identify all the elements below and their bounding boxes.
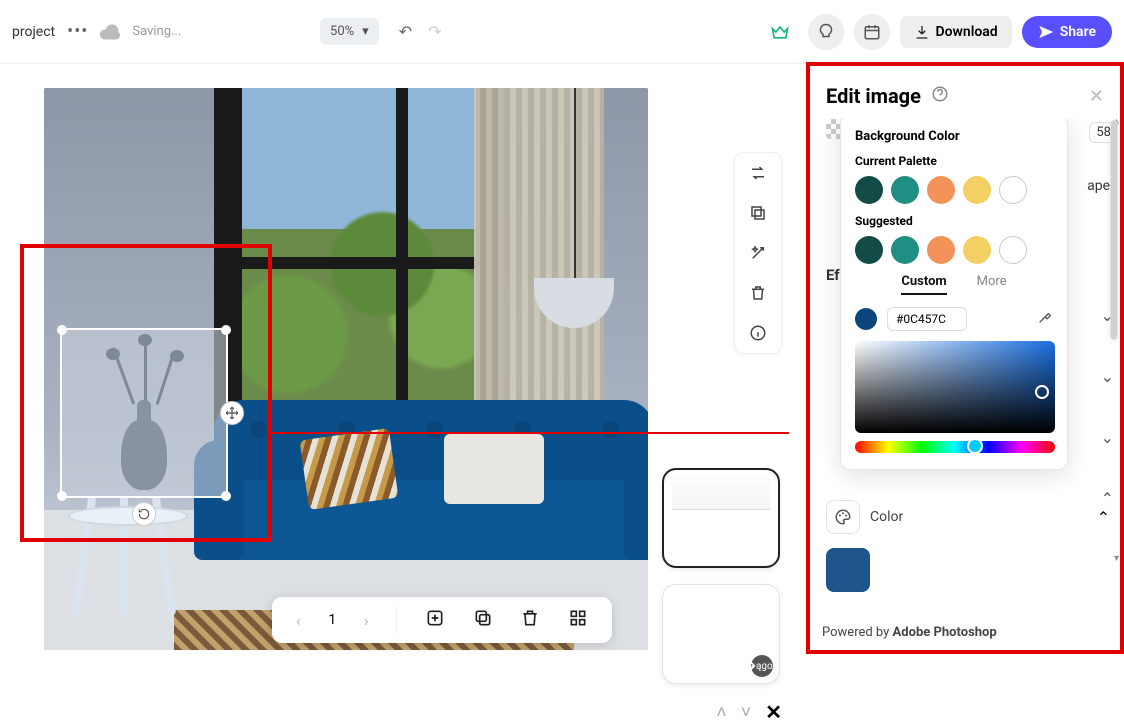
- annotation-highlight: [20, 244, 272, 542]
- close-panel-button[interactable]: ✕: [1089, 86, 1104, 107]
- add-page-button[interactable]: [425, 608, 445, 632]
- premium-button[interactable]: [762, 14, 798, 50]
- color-swatch[interactable]: [891, 236, 919, 264]
- grid-view-button[interactable]: [568, 608, 588, 632]
- color-swatch[interactable]: [855, 236, 883, 264]
- color-swatch[interactable]: [963, 236, 991, 264]
- popover-title: Background Color: [855, 129, 1053, 144]
- color-swatch[interactable]: [855, 176, 883, 204]
- resize-handle-tl[interactable]: [57, 325, 67, 335]
- hue-slider[interactable]: [855, 441, 1055, 453]
- edit-image-panel: Edit image ✕ 58 ape Ef ⌄ ⌄ ⌄ ⌃ Backgroun…: [806, 62, 1124, 654]
- color-section-row[interactable]: Color ⌃: [826, 500, 1110, 534]
- color-swatch[interactable]: [963, 176, 991, 204]
- rotate-handle[interactable]: [132, 502, 156, 526]
- top-bar-right: Download Share: [762, 14, 1113, 50]
- annotation-connector: [271, 432, 789, 434]
- top-bar-left: project ••• Saving...: [12, 21, 308, 42]
- hex-input[interactable]: [887, 307, 967, 331]
- swap-button[interactable]: [748, 163, 768, 183]
- undo-button[interactable]: ↶: [399, 22, 412, 41]
- delete-button[interactable]: [748, 283, 768, 303]
- sv-picker[interactable]: [855, 341, 1055, 433]
- top-bar: project ••• Saving... 50% ▾ ↶ ↷ Download…: [0, 0, 1124, 64]
- more-menu[interactable]: •••: [67, 21, 88, 42]
- panel-footer: Powered by Adobe Photoshop: [822, 625, 997, 640]
- copy-page-button[interactable]: [473, 608, 493, 632]
- resize-handle-br[interactable]: [221, 491, 231, 501]
- partial-label-ape: ape: [1087, 178, 1110, 194]
- magic-button[interactable]: [748, 243, 768, 263]
- popover-tabs: Custom More: [855, 274, 1053, 295]
- thumb-next[interactable]: ˅: [741, 702, 752, 723]
- save-status: Saving...: [132, 24, 181, 39]
- color-swatch[interactable]: [927, 176, 955, 204]
- tips-button[interactable]: [808, 14, 844, 50]
- hue-knob[interactable]: [967, 438, 983, 454]
- current-color-dot: [855, 308, 877, 330]
- resize-handle-tr[interactable]: [221, 325, 231, 335]
- download-button[interactable]: Download: [900, 16, 1012, 48]
- footer-prefix: Powered by: [822, 625, 893, 640]
- color-swatch[interactable]: [999, 176, 1027, 204]
- project-name[interactable]: project: [12, 24, 55, 40]
- selected-element[interactable]: [60, 328, 228, 498]
- color-popover: Background Color Current Palette Suggest…: [840, 118, 1068, 470]
- scroll-thumb[interactable]: [1110, 120, 1118, 340]
- page-prev[interactable]: ‹: [296, 611, 301, 630]
- suggested-label: Suggested: [855, 214, 1053, 228]
- footer-brand: Adobe Photoshop: [893, 625, 997, 640]
- sv-cursor[interactable]: [1035, 385, 1049, 399]
- color-swatch[interactable]: [891, 176, 919, 204]
- share-label: Share: [1060, 24, 1096, 40]
- element-tools-rail: [734, 152, 782, 354]
- suggested-palette: [855, 236, 1053, 264]
- duplicate-button[interactable]: [748, 203, 768, 223]
- zoom-value: 50%: [330, 24, 354, 39]
- move-handle[interactable]: [220, 401, 244, 425]
- help-icon[interactable]: [931, 85, 949, 107]
- current-palette-label: Current Palette: [855, 154, 1053, 168]
- panel-title: Edit image: [826, 84, 921, 108]
- share-button[interactable]: Share: [1022, 16, 1112, 48]
- effects-heading: Ef: [826, 266, 840, 284]
- page-thumb-2[interactable]: �ągon: [662, 584, 780, 684]
- cloud-sync-icon: [100, 24, 120, 40]
- undo-redo-group: ↶ ↷: [399, 22, 442, 41]
- thumb-close[interactable]: ✕: [765, 700, 782, 724]
- color-swatch[interactable]: [927, 236, 955, 264]
- download-label: Download: [936, 24, 998, 40]
- info-button[interactable]: [748, 323, 768, 343]
- chevron-down-icon: ▾: [362, 24, 369, 39]
- scroll-down[interactable]: ▾: [1114, 553, 1119, 564]
- delete-page-button[interactable]: [520, 608, 540, 632]
- resize-handle-bl[interactable]: [57, 491, 67, 501]
- eyedropper-button[interactable]: [1037, 309, 1053, 329]
- page-number[interactable]: 1: [328, 612, 336, 628]
- tab-custom[interactable]: Custom: [901, 274, 946, 295]
- current-palette: [855, 176, 1053, 204]
- panel-scrollbar[interactable]: ▴ ▾: [1108, 118, 1118, 610]
- selected-color-swatch[interactable]: [826, 548, 870, 592]
- palette-icon: [826, 500, 860, 534]
- calendar-button[interactable]: [854, 14, 890, 50]
- page-next[interactable]: ›: [364, 611, 369, 630]
- fx-badge-icon: �ągon: [751, 655, 773, 677]
- page-thumb-1[interactable]: [662, 468, 780, 568]
- color-section-label: Color: [870, 509, 903, 525]
- thumb-prev[interactable]: ˄: [716, 702, 727, 723]
- page-toolbar: ‹ 1 ›: [272, 597, 612, 643]
- tab-more[interactable]: More: [977, 274, 1007, 295]
- color-swatch[interactable]: [999, 236, 1027, 264]
- zoom-dropdown[interactable]: 50% ▾: [320, 18, 379, 45]
- page-thumbnails: �ągon ˄ ˅ ✕: [662, 468, 788, 724]
- couch-graphic: [214, 400, 648, 580]
- redo-button[interactable]: ↷: [428, 22, 441, 41]
